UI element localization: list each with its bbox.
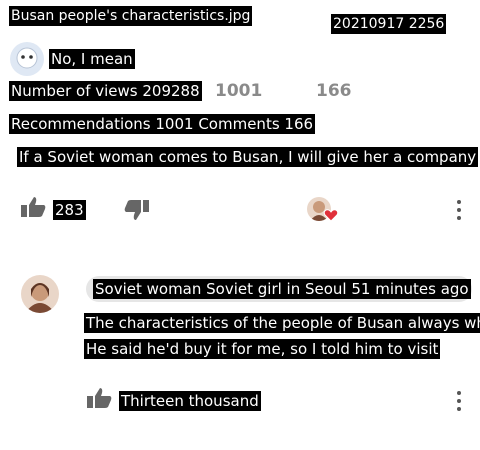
comment-author-meta[interactable]: Soviet woman Soviet girl in Seoul 51 min…: [93, 279, 471, 299]
post-title: Busan people's characteristics.jpg: [9, 6, 253, 26]
heart-icon: [323, 209, 339, 222]
like-count: 283: [53, 200, 86, 220]
post-timestamp: 20210917 2256: [331, 14, 447, 34]
comment-thumbs-up-icon[interactable]: [86, 387, 112, 413]
comment-line-2: He said he'd buy it for me, so I told hi…: [84, 339, 441, 359]
comment-count-ghost: 166: [316, 81, 352, 101]
thumbs-up-icon[interactable]: [20, 196, 46, 222]
author-name[interactable]: No, I mean: [49, 49, 135, 69]
commenter-avatar[interactable]: [21, 275, 59, 313]
thumbs-down-icon[interactable]: [124, 199, 150, 225]
views-count: Number of views 209288: [9, 81, 202, 101]
comment-more-options-icon[interactable]: [457, 391, 461, 415]
more-options-icon[interactable]: [457, 200, 461, 224]
post-body-text: If a Soviet woman comes to Busan, I will…: [17, 147, 479, 167]
comment-line-1: The characteristics of the people of Bus…: [84, 313, 480, 333]
comment-like-count: Thirteen thousand: [119, 391, 261, 411]
recommend-count-ghost: 1001: [215, 81, 263, 101]
author-avatar[interactable]: [10, 42, 44, 76]
creator-heart-avatar: [307, 197, 341, 227]
post-stats: Recommendations 1001 Comments 166: [9, 114, 316, 134]
